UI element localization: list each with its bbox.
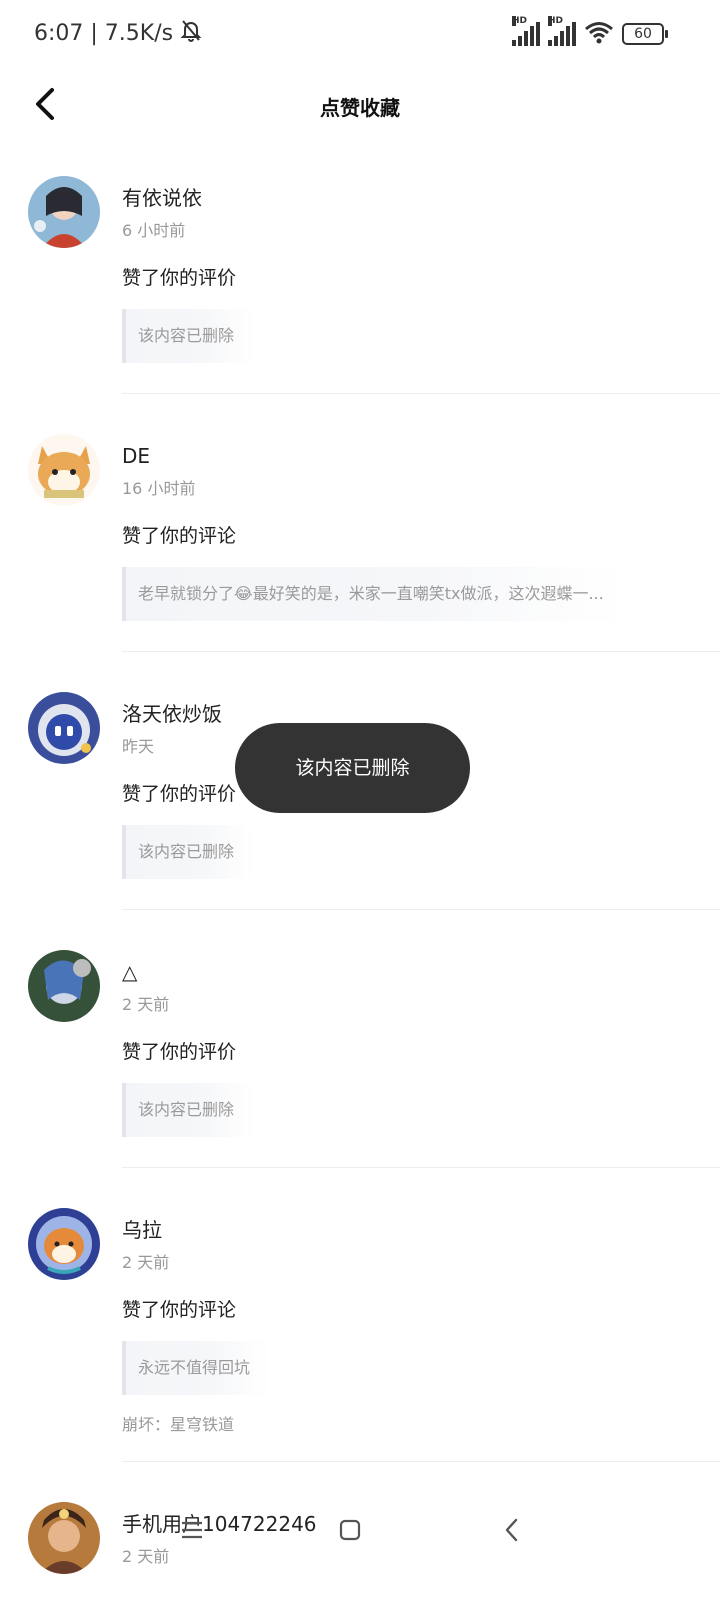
source-game[interactable]: 崩坏：星穹铁道 [122,1413,720,1437]
quoted-content[interactable]: 该内容已删除 [122,309,255,363]
avatar[interactable] [28,692,100,764]
quoted-content[interactable]: 老早就锁分了😂最好笑的是，米家一直嘲笑tx做派，这次遐蝶一... [122,567,624,621]
menu-icon[interactable] [172,1510,212,1550]
signal-icon: HD [548,16,576,46]
item-content: 乌拉 2 天前 赞了你的评论 永远不值得回坑 崩坏：星穹铁道 [122,1204,720,1437]
action-text: 赞了你的评价 [122,267,237,289]
timestamp: 2 天前 [122,1253,170,1272]
system-nav-bar [0,1490,720,1560]
avatar[interactable] [28,1208,100,1280]
user-name[interactable]: 乌拉 [122,1216,720,1244]
status-time: 6:07 | 7.5K/s [34,20,174,46]
user-name[interactable]: △ [122,958,720,986]
list-item[interactable]: DE 16 小时前 赞了你的评论 老早就锁分了😂最好笑的是，米家一直嘲笑tx做派… [0,430,720,688]
status-left: 6:07 | 7.5K/s [34,18,203,48]
item-content: DE 16 小时前 赞了你的评论 老早就锁分了😂最好笑的是，米家一直嘲笑tx做派… [122,430,720,625]
signal-hd-label: HD [548,16,564,26]
status-right: HD HD 60 [512,16,668,48]
action-text: 赞了你的评论 [122,1299,237,1321]
action-text: 赞了你的评价 [122,1041,237,1063]
timestamp: 16 小时前 [122,479,196,498]
signal-hd-label: HD [512,16,528,26]
toast-message: 该内容已删除 [235,723,470,813]
timestamp: 2 天前 [122,995,170,1014]
notification-list: 有依说依 6 小时前 赞了你的评价 该内容已删除 DE 16 小时前 赞了你的评… [0,172,720,1574]
home-square-icon[interactable] [330,1510,370,1550]
avatar[interactable] [28,176,100,248]
quoted-content[interactable]: 该内容已删除 [122,1083,255,1137]
action-text: 赞了你的评论 [122,525,237,547]
avatar[interactable] [28,950,100,1022]
signal-icon: HD [512,16,540,46]
quoted-content[interactable]: 该内容已删除 [122,825,255,879]
item-content: △ 2 天前 赞了你的评价 该内容已删除 [122,946,720,1141]
nav-back-icon[interactable] [492,1510,532,1550]
item-content: 有依说依 6 小时前 赞了你的评价 该内容已删除 [122,172,720,367]
page-title: 点赞收藏 [320,96,400,120]
list-item[interactable]: 乌拉 2 天前 赞了你的评论 永远不值得回坑 崩坏：星穹铁道 [0,1204,720,1498]
list-item[interactable]: △ 2 天前 赞了你的评价 该内容已删除 [0,946,720,1204]
user-name[interactable]: 有依说依 [122,184,720,212]
battery-level: 60 [634,26,652,42]
user-name[interactable]: DE [122,442,720,470]
wifi-icon [584,20,614,48]
list-item[interactable]: 有依说依 6 小时前 赞了你的评价 该内容已删除 [0,172,720,430]
status-bar: 6:07 | 7.5K/s HD HD 60 [0,0,720,68]
quoted-content[interactable]: 永远不值得回坑 [122,1341,271,1395]
battery-icon: 60 [622,23,668,45]
bell-off-icon [179,18,203,48]
avatar[interactable] [28,434,100,506]
timestamp: 6 小时前 [122,221,186,240]
header: 点赞收藏 [0,70,720,140]
